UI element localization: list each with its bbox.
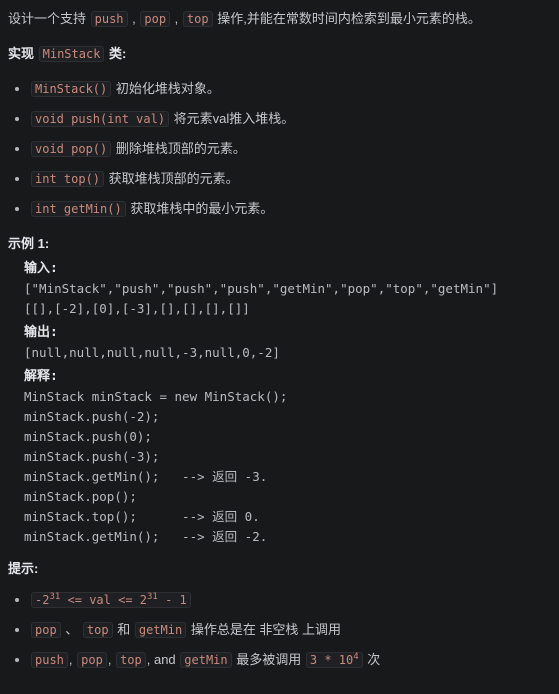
- method-description: 获取堆栈中的最小元素。: [126, 201, 274, 216]
- bullet-icon: [15, 87, 19, 91]
- constraint-part: <= val <= 2: [60, 593, 147, 607]
- bullet-icon: [15, 147, 19, 151]
- method-signature: int top(): [31, 171, 105, 187]
- hint-text: , and: [146, 652, 180, 667]
- intro-separator-2: ,: [171, 11, 182, 26]
- hints-title: 提示:: [8, 561, 39, 576]
- bullet-icon: [15, 628, 19, 632]
- intro-separator-1: ,: [128, 11, 140, 26]
- example-body: 输入: ["MinStack","push","push","push","ge…: [8, 259, 551, 547]
- inline-code-getmin: getMin: [180, 652, 232, 668]
- hint-text: 和: [113, 622, 134, 637]
- intro-paragraph: 设计一个支持 push , pop , top 操作,并能在常数时间内检索到最小…: [8, 9, 551, 28]
- call-limit-base: 3 * 10: [309, 653, 354, 667]
- bullet-icon: [15, 658, 19, 662]
- list-item: MinStack() 初始化堆栈对象。: [8, 79, 551, 98]
- inline-code-push: push: [31, 652, 68, 668]
- inline-code-top: top: [82, 622, 113, 638]
- example-block: 示例 1: 输入: ["MinStack","push","push","pus…: [8, 234, 551, 547]
- hints-list: -231 <= val <= 231 - 1 pop 、 top 和 getMi…: [8, 590, 551, 669]
- example-output-label: 输出:: [24, 325, 58, 340]
- constraint-part: -2: [35, 593, 50, 607]
- method-signature: void push(int val): [31, 111, 170, 127]
- bullet-icon: [15, 117, 19, 121]
- list-item: pop 、 top 和 getMin 操作总是在 非空栈 上调用: [8, 620, 551, 639]
- inline-code-pop: pop: [31, 622, 61, 638]
- inline-code-minstack: MinStack: [38, 46, 105, 62]
- inline-code-getmin: getMin: [134, 622, 187, 638]
- example-output-value: [null,null,null,null,-3,null,0,-2]: [24, 345, 280, 360]
- list-item: push, pop, top, and getMin 最多被调用 3 * 104…: [8, 650, 551, 669]
- method-description: 获取堆栈顶部的元素。: [105, 171, 239, 186]
- implement-line: 实现 MinStack 类:: [8, 44, 551, 63]
- method-signature: void pop(): [31, 141, 112, 157]
- inline-code-push: push: [90, 11, 128, 27]
- implement-suffix: 类:: [105, 46, 127, 61]
- intro-tail-text: 操作,并能在常数时间内检索到最小元素的栈。: [213, 11, 481, 26]
- hint-text: 次: [363, 652, 381, 667]
- problem-description-panel: 设计一个支持 push , pop , top 操作,并能在常数时间内检索到最小…: [0, 0, 559, 694]
- example-explain-label: 解释:: [24, 369, 58, 384]
- list-item: void push(int val) 将元素val推入堆栈。: [8, 109, 551, 128]
- intro-lead-text: 设计一个支持: [8, 11, 90, 26]
- constraint-exponent: 31: [147, 592, 158, 602]
- example-input-value: ["MinStack","push","push","push","getMin…: [24, 281, 499, 316]
- constraint-exponent: 31: [49, 592, 61, 602]
- hint-text: ,: [68, 652, 77, 667]
- inline-code-call-limit: 3 * 104: [305, 652, 363, 668]
- inline-code-pop: pop: [77, 652, 107, 668]
- example-explain-value: MinStack minStack = new MinStack(); minS…: [24, 389, 288, 544]
- list-item: void pop() 删除堆栈顶部的元素。: [8, 139, 551, 158]
- example-title: 示例 1:: [8, 236, 50, 251]
- method-signature: MinStack(): [31, 81, 112, 97]
- hint-text: 操作总是在 非空栈 上调用: [187, 622, 342, 637]
- list-item: int getMin() 获取堆栈中的最小元素。: [8, 199, 551, 218]
- bullet-icon: [15, 598, 19, 602]
- method-description: 初始化堆栈对象。: [112, 81, 220, 96]
- call-limit-exponent: 4: [353, 652, 359, 662]
- example-input-label: 输入:: [24, 261, 58, 276]
- constraint-value-range: -231 <= val <= 231 - 1: [31, 592, 191, 608]
- method-description: 删除堆栈顶部的元素。: [112, 141, 246, 156]
- constraint-part: - 1: [157, 593, 187, 607]
- inline-code-pop: pop: [140, 11, 171, 27]
- hint-text: 最多被调用: [232, 652, 305, 667]
- inline-code-top: top: [182, 11, 213, 27]
- method-description: 将元素val推入堆栈。: [170, 111, 295, 126]
- hint-text: ,: [107, 652, 116, 667]
- bullet-icon: [15, 177, 19, 181]
- inline-code-top: top: [116, 652, 146, 668]
- list-item: -231 <= val <= 231 - 1: [8, 590, 551, 609]
- hint-text: 、: [61, 622, 82, 637]
- method-list: MinStack() 初始化堆栈对象。 void push(int val) 将…: [8, 79, 551, 218]
- implement-prefix: 实现: [8, 46, 38, 61]
- bullet-icon: [15, 207, 19, 211]
- method-signature: int getMin(): [31, 201, 126, 217]
- list-item: int top() 获取堆栈顶部的元素。: [8, 169, 551, 188]
